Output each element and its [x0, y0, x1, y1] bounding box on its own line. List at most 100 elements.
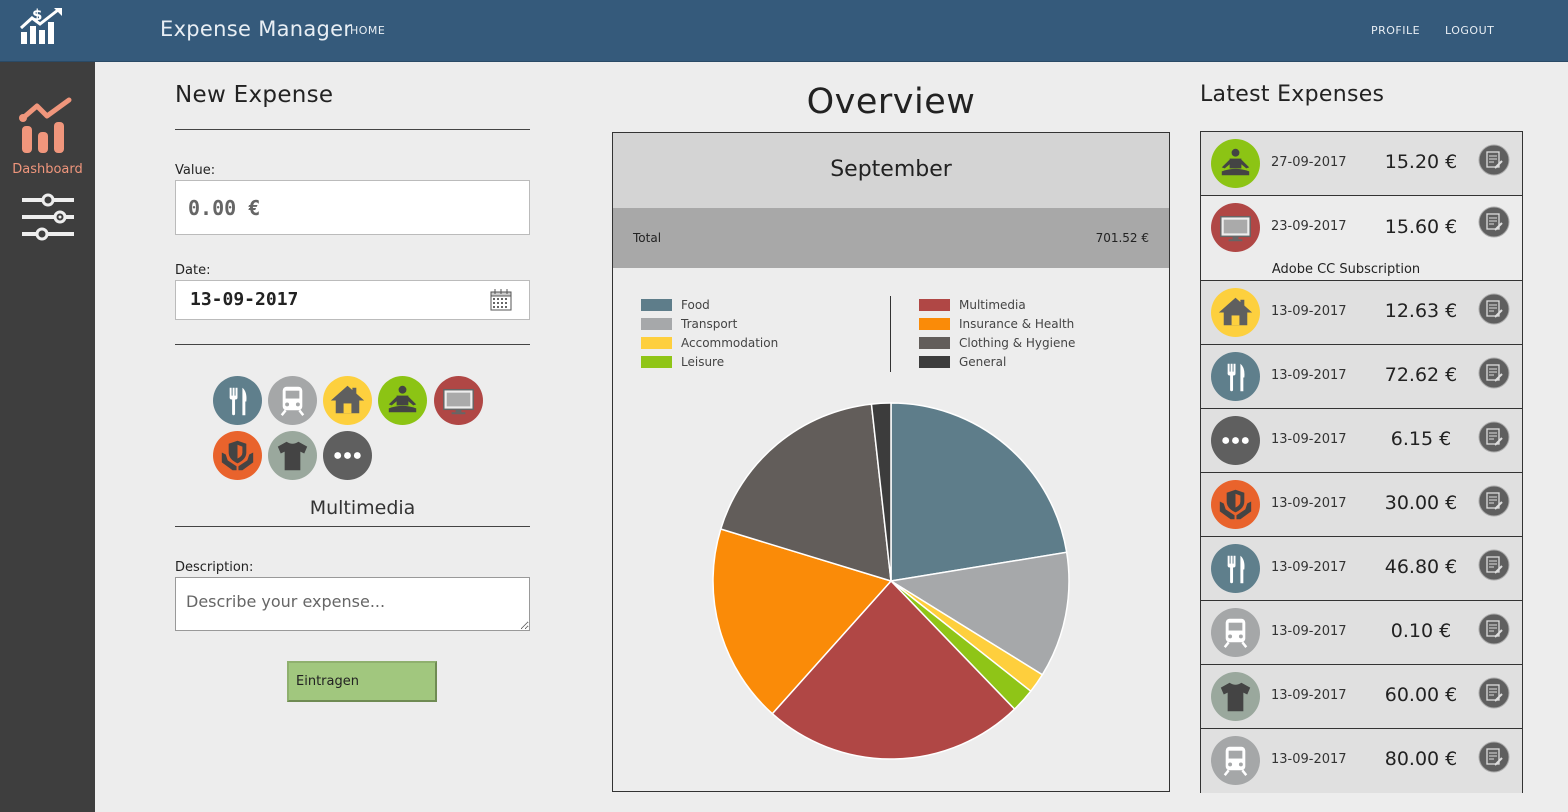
category-accommodation-button[interactable]	[323, 376, 372, 425]
edit-icon[interactable]	[1478, 485, 1510, 517]
description-input[interactable]	[175, 577, 530, 631]
sidebar-item-dashboard[interactable]: Dashboard	[0, 96, 95, 180]
expense-row[interactable]: 27-09-2017 15.20 €	[1201, 132, 1522, 196]
date-label: Date:	[175, 263, 211, 278]
total-value: 701.52 €	[1095, 231, 1149, 245]
top-navbar: $ Expense Manager HOME PROFILE LOGOUT	[0, 0, 1568, 62]
value-input[interactable]	[175, 180, 530, 235]
legend-label: Multimedia	[959, 298, 1026, 312]
train-icon	[1211, 736, 1260, 785]
value-label: Value:	[175, 163, 216, 178]
expense-date: 13-09-2017	[1271, 368, 1347, 383]
legend-label: Insurance & Health	[959, 317, 1075, 331]
train-icon	[268, 376, 317, 425]
train-icon	[1211, 608, 1260, 657]
legend-swatch	[919, 337, 950, 349]
monitor-icon	[1211, 203, 1260, 252]
ellipsis-icon	[1211, 416, 1260, 465]
new-expense-title: New Expense	[175, 82, 334, 108]
total-row: Total 701.52 €	[613, 208, 1169, 268]
expense-date: 13-09-2017	[1271, 752, 1347, 767]
category-insurance-health-button[interactable]	[213, 431, 262, 480]
expense-category-avatar	[1211, 416, 1260, 465]
edit-icon[interactable]	[1478, 549, 1510, 581]
nav-home-link[interactable]: HOME	[350, 24, 385, 37]
calendar-icon[interactable]	[490, 289, 512, 311]
edit-icon[interactable]	[1478, 677, 1510, 709]
expense-row[interactable]: 13-09-2017 60.00 €	[1201, 665, 1522, 729]
app-title[interactable]: Expense Manager	[160, 17, 352, 41]
expense-row[interactable]: 13-09-2017 72.62 €	[1201, 345, 1522, 409]
legend-swatch	[919, 318, 950, 330]
fork-knife-icon	[1211, 544, 1260, 593]
expense-date: 13-09-2017	[1271, 688, 1347, 703]
category-food-button[interactable]	[213, 376, 262, 425]
divider	[175, 129, 530, 130]
expense-date: 23-09-2017	[1271, 219, 1347, 234]
shield-hands-icon	[1211, 480, 1260, 529]
expense-row[interactable]: 23-09-2017 15.60 € Adobe CC Subscription	[1201, 196, 1522, 281]
submit-button[interactable]: Eintragen	[287, 661, 437, 702]
expense-row[interactable]: 13-09-2017 12.63 €	[1201, 281, 1522, 345]
expense-amount: 0.10 €	[1390, 620, 1452, 642]
category-transport-button[interactable]	[268, 376, 317, 425]
expense-amount: 15.20 €	[1384, 151, 1458, 173]
expense-row[interactable]: 13-09-2017 0.10 €	[1201, 601, 1522, 665]
expense-category-avatar	[1211, 608, 1260, 657]
legend-swatch	[919, 356, 950, 368]
edit-icon[interactable]	[1478, 144, 1510, 176]
category-leisure-button[interactable]	[378, 376, 427, 425]
nav-profile-link[interactable]: PROFILE	[1371, 24, 1420, 37]
expense-date: 13-09-2017	[1271, 432, 1347, 447]
category-clothing-hygiene-button[interactable]	[268, 431, 317, 480]
nav-logout-link[interactable]: LOGOUT	[1445, 24, 1494, 37]
legend-label: Transport	[681, 317, 738, 331]
legend-label: Food	[681, 298, 710, 312]
overview-panel: September Total 701.52 € Food Transport Ac…	[612, 132, 1170, 792]
overview-title: Overview	[806, 82, 976, 122]
expense-amount: 60.00 €	[1384, 684, 1458, 706]
sidebar-item-label: Dashboard	[12, 162, 83, 177]
legend-label: Accommodation	[681, 336, 779, 350]
legend-swatch	[641, 356, 672, 368]
expense-category-avatar	[1211, 139, 1260, 188]
date-field[interactable]: 13-09-2017	[175, 280, 530, 320]
expense-amount: 72.62 €	[1384, 364, 1458, 386]
monitor-icon	[434, 376, 483, 425]
edit-icon[interactable]	[1478, 206, 1510, 238]
edit-icon[interactable]	[1478, 293, 1510, 325]
edit-icon[interactable]	[1478, 357, 1510, 389]
sliders-icon[interactable]	[20, 192, 76, 242]
meditation-icon	[378, 376, 427, 425]
expense-category-avatar	[1211, 672, 1260, 721]
date-value: 13-09-2017	[190, 289, 299, 310]
expense-row[interactable]: 13-09-2017 6.15 €	[1201, 409, 1522, 473]
pie-slice-food[interactable]	[890, 402, 1068, 582]
ellipsis-icon	[323, 431, 372, 480]
expense-date: 13-09-2017	[1271, 304, 1347, 319]
expense-amount: 12.63 €	[1384, 300, 1458, 322]
expense-row[interactable]: 13-09-2017 30.00 €	[1201, 473, 1522, 537]
fork-knife-icon	[213, 376, 262, 425]
expense-amount: 30.00 €	[1384, 492, 1458, 514]
legend-swatch	[641, 299, 672, 311]
tshirt-icon	[1211, 672, 1260, 721]
app-logo-icon[interactable]: $	[18, 6, 64, 46]
tshirt-icon	[268, 431, 317, 480]
category-general-button[interactable]	[323, 431, 372, 480]
edit-icon[interactable]	[1478, 613, 1510, 645]
expense-row[interactable]: 13-09-2017 80.00 €	[1201, 729, 1522, 793]
dashboard-chart-icon	[19, 97, 72, 153]
expense-row[interactable]: 13-09-2017 46.80 €	[1201, 537, 1522, 601]
expense-category-avatar	[1211, 544, 1260, 593]
divider	[175, 526, 530, 527]
edit-icon[interactable]	[1478, 741, 1510, 773]
expense-date: 13-09-2017	[1271, 560, 1347, 575]
edit-icon[interactable]	[1478, 421, 1510, 453]
category-multimedia-button[interactable]	[434, 376, 483, 425]
month-label: September	[830, 157, 952, 182]
expense-category-avatar	[1211, 288, 1260, 337]
expense-category-avatar	[1211, 352, 1260, 401]
expense-description: Adobe CC Subscription	[1271, 262, 1421, 277]
legend-label: General	[959, 355, 1007, 369]
